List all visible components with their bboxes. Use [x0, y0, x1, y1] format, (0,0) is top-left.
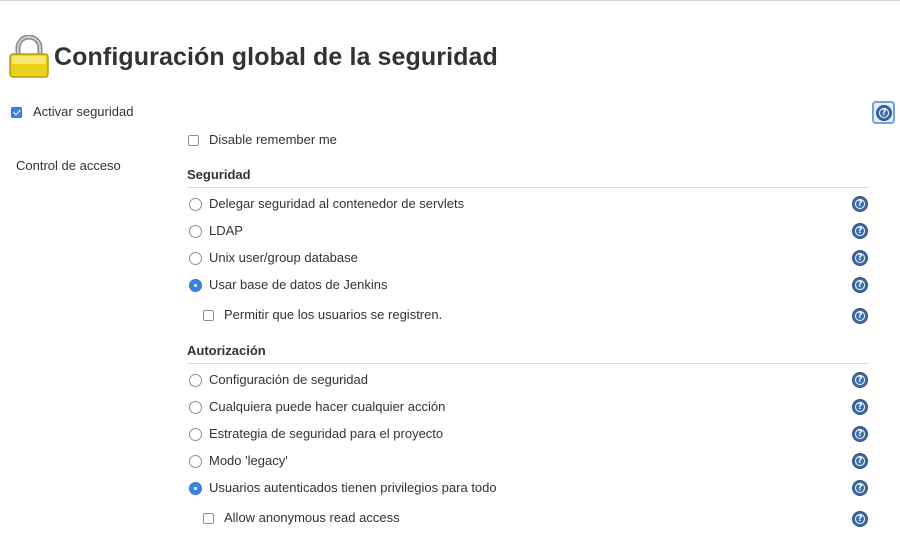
disable-remember-me-label: Disable remember me [209, 132, 337, 147]
realm-option-servlet-radio[interactable] [189, 198, 202, 211]
allow-signup-label: Permitir que los usuarios se registren. [224, 307, 443, 322]
help-icon[interactable]: ? [852, 308, 868, 324]
authz-option-logged-in-radio[interactable] [189, 482, 202, 495]
help-icon[interactable]: ? [852, 399, 868, 415]
help-icon[interactable]: ? [852, 277, 868, 293]
anonymous-read-checkbox[interactable] [203, 513, 214, 524]
help-icon[interactable]: ? [852, 480, 868, 496]
authz-option-label: Cualquiera puede hacer cualquier acción [209, 399, 446, 414]
help-icon[interactable]: ? [852, 372, 868, 388]
authz-option-label: Usuarios autenticados tienen privilegios… [209, 480, 497, 495]
authz-option-project-radio[interactable] [189, 428, 202, 441]
help-icon[interactable]: ? [852, 223, 868, 239]
enable-security-label: Activar seguridad [33, 104, 134, 119]
access-control-label: Control de acceso [16, 158, 121, 173]
help-icon[interactable]: ? [852, 453, 868, 469]
authz-option-label: Estrategia de seguridad para el proyecto [209, 426, 444, 441]
help-icon[interactable]: ? [852, 511, 868, 527]
page-title: Configuración global de la seguridad [54, 42, 498, 71]
realm-option-unix-radio[interactable] [189, 252, 202, 265]
help-icon: ? [876, 105, 892, 121]
help-icon[interactable]: ? [852, 426, 868, 442]
authorization-divider [187, 363, 869, 364]
authz-option-matrix-radio[interactable] [189, 374, 202, 387]
realm-option-label: Usar base de datos de Jenkins [209, 277, 388, 292]
realm-divider [187, 187, 869, 188]
realm-option-jenkins-db-radio[interactable] [189, 279, 202, 292]
realm-heading: Seguridad [187, 167, 251, 182]
authz-option-legacy-radio[interactable] [189, 455, 202, 468]
disable-remember-me-checkbox[interactable] [188, 135, 199, 146]
help-icon[interactable]: ? [852, 196, 868, 212]
authz-option-anyone-radio[interactable] [189, 401, 202, 414]
help-icon[interactable]: ? [852, 250, 868, 266]
authz-option-label: Configuración de seguridad [209, 372, 368, 387]
enable-security-help-button[interactable]: ? [872, 101, 895, 124]
realm-option-label: Unix user/group database [209, 250, 358, 265]
realm-option-ldap-radio[interactable] [189, 225, 202, 238]
enable-security-checkbox[interactable] [11, 107, 22, 118]
authz-option-label: Modo 'legacy' [209, 453, 288, 468]
top-border [0, 0, 900, 1]
realm-option-label: LDAP [209, 223, 243, 238]
page-header: Configuración global de la seguridad [8, 34, 498, 80]
authorization-heading: Autorización [187, 343, 266, 358]
realm-option-label: Delegar seguridad al contenedor de servl… [209, 196, 465, 211]
anonymous-read-label: Allow anonymous read access [224, 510, 400, 525]
allow-signup-checkbox[interactable] [203, 310, 214, 321]
lock-icon [9, 35, 49, 78]
